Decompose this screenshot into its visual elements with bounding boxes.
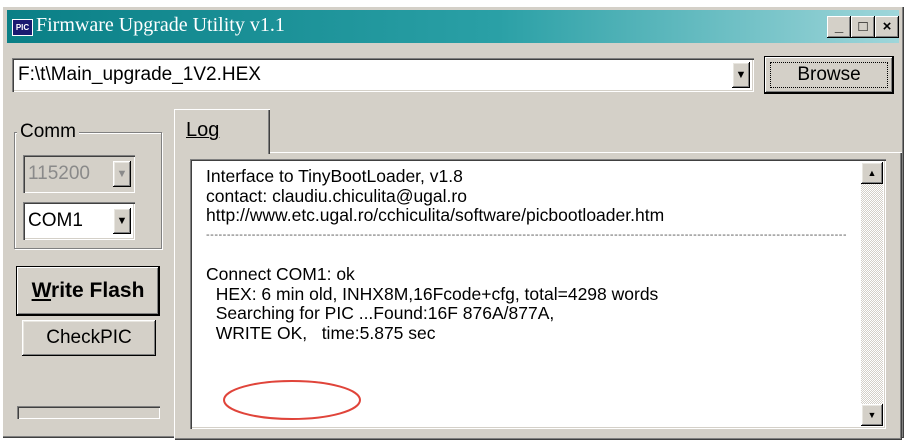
log-memo[interactable]: Interface to TinyBootLoader, v1.8 contac… bbox=[190, 159, 886, 429]
log-line: HEX: 6 min old, INHX8M,16Fcode+cfg, tota… bbox=[206, 283, 659, 304]
window-title: Firmware Upgrade Utility v1.1 bbox=[36, 14, 285, 36]
log-line: contact: claudiu.chiculita@ugal.ro bbox=[206, 185, 467, 206]
chevron-down-icon: ▼ bbox=[116, 168, 128, 180]
log-line: Connect COM1: ok bbox=[206, 263, 355, 284]
browse-button-label: Browse bbox=[770, 62, 888, 88]
log-line: http://www.etc.ugal.ro/cchiculita/softwa… bbox=[206, 205, 665, 226]
tab-log-label: Log bbox=[186, 119, 220, 141]
checkpic-label: CheckPIC bbox=[46, 327, 132, 348]
chevron-down-icon: ▼ bbox=[116, 215, 128, 227]
baud-rate-dropdown-button[interactable]: ▼ bbox=[113, 161, 131, 187]
log-scrollbar[interactable]: ▲ ▼ bbox=[861, 162, 883, 426]
log-line: WRITE OK, time:5.875 sec bbox=[206, 322, 436, 343]
maximize-button[interactable]: □ bbox=[851, 16, 875, 38]
minimize-button[interactable]: _ bbox=[827, 16, 851, 38]
file-path-combo[interactable]: F:\t\Main_upgrade_1V2.HEX ▼ bbox=[12, 58, 754, 92]
com-port-dropdown-button[interactable]: ▼ bbox=[113, 208, 131, 234]
baud-rate-value: 115200 bbox=[28, 163, 90, 184]
com-port-select[interactable]: COM1 ▼ bbox=[23, 202, 135, 240]
write-ok-highlight-ellipse bbox=[223, 380, 361, 420]
log-tab-panel: Interface to TinyBootLoader, v1.8 contac… bbox=[174, 152, 902, 440]
write-flash-button[interactable]: Write Flash bbox=[17, 267, 159, 315]
write-flash-label: Write Flash bbox=[31, 279, 145, 302]
baud-rate-select[interactable]: 115200 ▼ bbox=[23, 155, 135, 193]
file-path-text[interactable]: F:\t\Main_upgrade_1V2.HEX bbox=[18, 64, 261, 86]
checkpic-button[interactable]: CheckPIC bbox=[22, 320, 156, 356]
log-line: Searching for PIC ...Found:16F 876A/877A… bbox=[206, 303, 555, 324]
file-path-dropdown-button[interactable]: ▼ bbox=[732, 62, 750, 88]
log-line: Interface to TinyBootLoader, v1.8 bbox=[206, 166, 463, 186]
chevron-down-icon: ▼ bbox=[735, 69, 747, 81]
scroll-up-button[interactable]: ▲ bbox=[861, 162, 883, 184]
scroll-down-button[interactable]: ▼ bbox=[861, 404, 883, 426]
progress-bar bbox=[17, 406, 160, 419]
arrow-up-icon: ▲ bbox=[867, 168, 877, 178]
close-button[interactable]: × bbox=[875, 16, 899, 38]
log-separator: ----------------------------------------… bbox=[206, 228, 846, 241]
arrow-down-icon: ▼ bbox=[867, 410, 877, 420]
app-window: PIC Firmware Upgrade Utility v1.1 _ □ × … bbox=[2, 6, 904, 440]
comm-group-label: Comm bbox=[17, 121, 79, 143]
tab-log[interactable]: Log bbox=[174, 109, 270, 154]
browse-button[interactable]: Browse bbox=[765, 57, 893, 93]
app-icon: PIC bbox=[12, 19, 33, 36]
com-port-value: COM1 bbox=[28, 210, 83, 231]
title-bar[interactable]: PIC Firmware Upgrade Utility v1.1 _ □ × bbox=[7, 10, 899, 43]
log-text: Interface to TinyBootLoader, v1.8 contac… bbox=[206, 166, 846, 343]
